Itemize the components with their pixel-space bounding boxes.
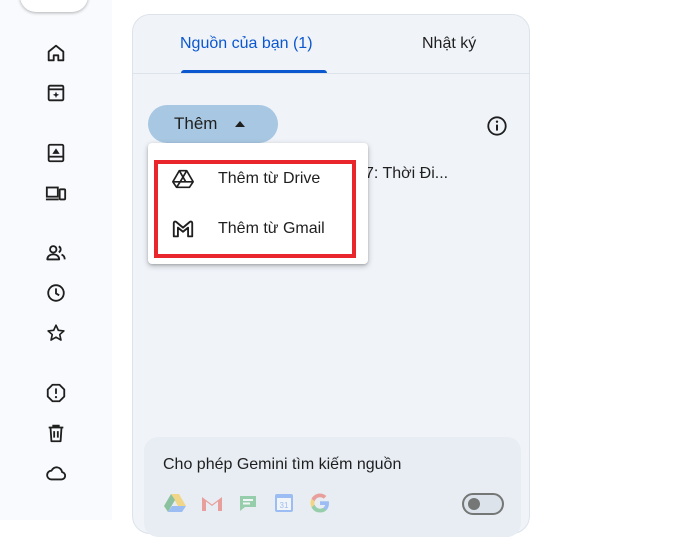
drive-icon <box>164 494 186 512</box>
add-button[interactable]: Thêm <box>148 105 278 143</box>
tab-bar: Nguồn của bạn (1) Nhật ký <box>133 15 529 74</box>
gemini-search-card: Cho phép Gemini tìm kiếm nguồn 31 <box>144 437 521 537</box>
tab-log[interactable]: Nhật ký <box>422 35 476 53</box>
calendar-day-text: 31 <box>280 501 289 510</box>
spam-icon[interactable] <box>43 380 69 406</box>
active-tab-indicator <box>181 70 327 73</box>
gemini-search-toggle[interactable] <box>462 493 504 515</box>
tab-your-sources[interactable]: Nguồn của bạn (1) <box>180 35 313 53</box>
recent-icon[interactable] <box>43 280 69 306</box>
new-button[interactable] <box>20 0 88 12</box>
left-rail <box>0 0 112 520</box>
google-icon <box>310 493 329 513</box>
drive-device-icon[interactable] <box>43 140 69 166</box>
starred-icon[interactable] <box>43 320 69 346</box>
caret-up-icon <box>235 121 246 127</box>
toggle-knob <box>468 498 480 510</box>
calendar-icon: 31 <box>275 494 293 512</box>
info-icon[interactable] <box>486 115 508 137</box>
trash-icon[interactable] <box>43 420 69 446</box>
highlight-box <box>154 160 356 258</box>
gemini-search-title: Cho phép Gemini tìm kiếm nguồn <box>163 456 402 473</box>
inbox-add-icon[interactable] <box>43 80 69 106</box>
add-button-label: Thêm <box>174 114 218 133</box>
add-source-menu: Thêm từ Drive Thêm từ Gmail <box>148 143 368 264</box>
shared-icon[interactable] <box>43 240 69 266</box>
source-item-title[interactable]: 7: Thời Đi... <box>365 165 448 183</box>
chat-icon <box>240 496 256 511</box>
storage-cloud-icon[interactable] <box>43 460 69 486</box>
home-icon[interactable] <box>43 40 69 66</box>
computers-icon[interactable] <box>43 180 69 206</box>
gmail-icon <box>202 497 222 511</box>
